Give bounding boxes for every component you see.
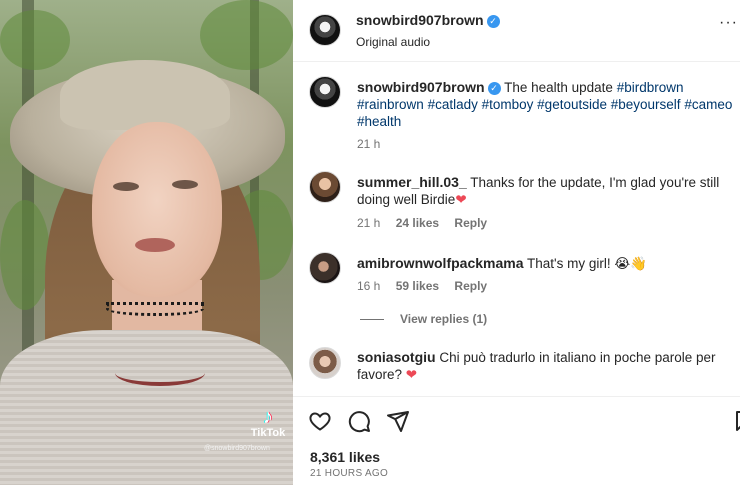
hashtag-link[interactable]: #catlady bbox=[428, 97, 478, 112]
comment-likes[interactable]: 24 likes bbox=[396, 216, 439, 230]
author-username[interactable]: snowbird907brown bbox=[356, 12, 484, 28]
post-media-video[interactable]: ♪ TikTok @snowbird907brown bbox=[0, 0, 293, 485]
post-likes-count[interactable]: 8,361 likes bbox=[310, 449, 380, 465]
background-foliage bbox=[0, 10, 70, 70]
comment-likes[interactable]: 59 likes bbox=[396, 279, 439, 293]
author-info: snowbird907brown ✓ Original audio bbox=[356, 12, 500, 49]
hashtag-link[interactable]: #cameo bbox=[684, 97, 732, 112]
emoji-group: 😭👋 bbox=[614, 256, 647, 271]
like-heart-icon[interactable] bbox=[308, 409, 332, 433]
tiktok-note-icon: ♪ bbox=[263, 406, 273, 428]
reply-button[interactable]: Reply bbox=[454, 216, 487, 230]
background-foliage bbox=[200, 0, 293, 70]
share-send-icon[interactable] bbox=[386, 409, 410, 433]
hashtag-link[interactable]: #birdbrown bbox=[617, 80, 684, 95]
caption-avatar[interactable] bbox=[309, 76, 341, 108]
verified-badge-icon: ✓ bbox=[486, 15, 500, 28]
person-face bbox=[92, 122, 222, 297]
hashtag-link[interactable]: #beyourself bbox=[611, 97, 681, 112]
more-horizontal-icon[interactable]: ··· bbox=[719, 14, 738, 32]
post-header: snowbird907brown ✓ Original audio ··· bbox=[293, 0, 740, 62]
comment-text: soniasotgiu Chi può tradurlo in italiano… bbox=[357, 349, 733, 383]
comment-bubble-icon[interactable] bbox=[347, 409, 371, 433]
caption-body: The health update bbox=[504, 80, 613, 95]
person-strap bbox=[115, 360, 205, 386]
caption-timestamp[interactable]: 21 h bbox=[357, 137, 380, 151]
author-avatar[interactable] bbox=[309, 14, 341, 46]
comment-meta: 21 h 24 likes Reply bbox=[357, 216, 499, 230]
choker-necklace bbox=[106, 302, 204, 316]
replies-divider bbox=[360, 319, 384, 321]
commenter-username[interactable]: summer_hill.03_ bbox=[357, 174, 467, 190]
verified-badge-icon: ✓ bbox=[487, 82, 501, 95]
person-eye bbox=[113, 182, 139, 191]
commenter-username[interactable]: amibrownwolfpackmama bbox=[357, 255, 524, 271]
red-heart-emoji: ❤ bbox=[405, 367, 418, 382]
cowboy-hat-crown bbox=[60, 60, 230, 130]
post-actions-bar: 8,361 likes 21 HOURS AGO bbox=[293, 396, 740, 485]
comment-text: amibrownwolfpackmama That's my girl! 😭👋 bbox=[357, 255, 733, 272]
background-foliage bbox=[0, 200, 50, 310]
hashtag-link[interactable]: #getoutside bbox=[537, 97, 607, 112]
post-details-panel: snowbird907brown ✓ Original audio ··· sno… bbox=[293, 0, 740, 485]
post-timestamp[interactable]: 21 HOURS AGO bbox=[310, 468, 388, 479]
commenter-avatar[interactable] bbox=[309, 171, 341, 203]
hashtag-link[interactable]: #tomboy bbox=[482, 97, 534, 112]
comment-body: That's my girl! bbox=[527, 256, 611, 271]
hashtag-link[interactable]: #rainbrown bbox=[357, 97, 424, 112]
tiktok-watermark: ♪ TikTok bbox=[238, 407, 293, 439]
commenter-username[interactable]: soniasotgiu bbox=[357, 349, 436, 365]
caption-username[interactable]: snowbird907brown bbox=[357, 79, 485, 95]
comment-timestamp[interactable]: 16 h bbox=[357, 279, 380, 293]
hashtag-link[interactable]: #health bbox=[357, 114, 401, 129]
view-replies-button[interactable]: View replies (1) bbox=[360, 312, 487, 326]
comment-timestamp[interactable]: 21 h bbox=[357, 216, 380, 230]
red-heart-emoji: ❤ bbox=[455, 192, 467, 207]
tiktok-brand-label: TikTok bbox=[250, 427, 286, 439]
commenter-avatar[interactable] bbox=[309, 252, 341, 284]
save-bookmark-icon[interactable] bbox=[733, 409, 740, 433]
person-mouth bbox=[135, 238, 175, 252]
commenter-avatar[interactable] bbox=[309, 347, 341, 379]
audio-label[interactable]: Original audio bbox=[356, 35, 500, 49]
view-replies-label[interactable]: View replies (1) bbox=[400, 312, 487, 326]
tiktok-handle-label: @snowbird907brown bbox=[204, 445, 270, 452]
caption-text: snowbird907brown ✓ The health update #bir… bbox=[357, 79, 733, 130]
person-eye bbox=[172, 180, 198, 189]
caption-meta: 21 h bbox=[357, 137, 392, 151]
reply-button[interactable]: Reply bbox=[454, 279, 487, 293]
comment-meta: 16 h 59 likes Reply bbox=[357, 279, 499, 293]
comment-text: summer_hill.03_ Thanks for the update, I… bbox=[357, 174, 733, 208]
